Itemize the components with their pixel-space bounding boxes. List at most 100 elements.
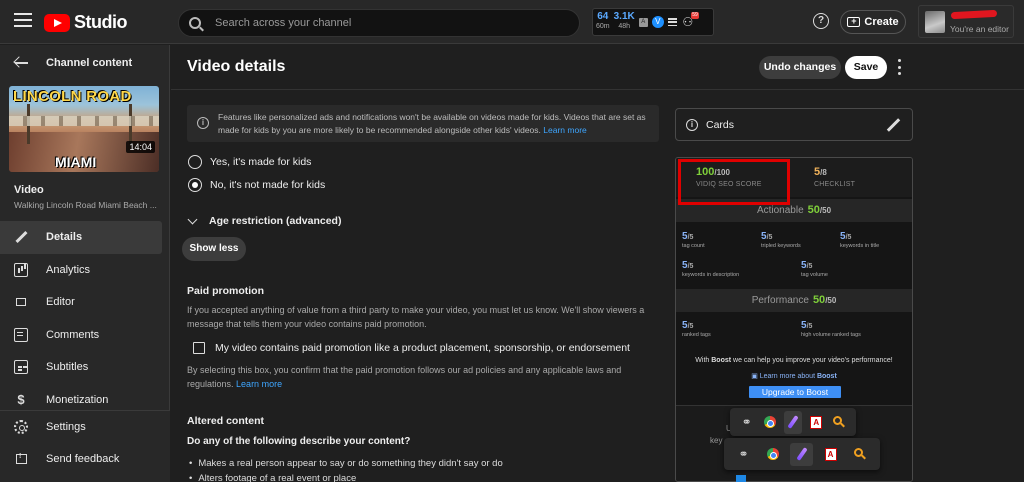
pdf-icon[interactable]: A [808,411,825,434]
account-switcher[interactable]: You're an editor [918,5,1014,38]
search-icon[interactable] [189,17,201,29]
account-role: You're an editor [950,24,1009,34]
stat-views-48h: 3.1K 48h [613,11,635,31]
metric-keywords-in-description: 5/5 keywords in description [682,260,740,278]
list-icon[interactable] [667,18,677,26]
magnifier-icon[interactable] [831,411,848,434]
altered-content-list: Makes a real person appear to say or do … [189,456,503,482]
subtitles-icon [14,360,28,375]
search-bar[interactable] [178,9,580,37]
video-duration: 14:04 [126,141,155,153]
analytics-icon [14,262,28,277]
sidebar-item-details[interactable]: Details [0,221,162,254]
list-item: Alters footage of a real event or place [189,471,503,482]
magnifier-icon[interactable] [848,443,871,466]
performance-header: Performance 50/50 [676,289,912,312]
taskbar-app-icon[interactable] [736,475,746,482]
radio-label: Yes, it's made for kids [210,156,312,168]
undo-changes-button[interactable]: Undo changes [759,56,841,79]
radio-made-for-kids-no[interactable]: No, it's not made for kids [188,178,325,192]
metric-keywords-in-title: 5/5 keywords in title [840,231,880,249]
cards-panel[interactable]: i Cards [675,108,913,141]
sidebar-item-label: Subtitles [46,361,89,374]
learn-more-link[interactable]: Learn more [236,379,282,389]
help-icon[interactable]: ? [813,13,829,29]
radio-button[interactable] [188,155,202,169]
chrome-icon[interactable] [761,411,778,434]
feather-icon[interactable] [790,442,813,466]
account-name-redacted [950,9,998,20]
app-name: Studio [74,12,128,32]
learn-more-boost-link[interactable]: ▣ Learn more about Boost [676,372,912,380]
create-icon: + [847,17,861,27]
chrome-icon[interactable] [761,443,784,466]
create-label: Create [864,16,899,28]
sidebar-item-label: Monetization [46,393,109,406]
youtube-logo-icon [44,13,70,32]
seo-score-highlight-box [678,159,790,205]
paid-promotion-checkbox-row[interactable]: My video contains paid promotion like a … [193,342,630,354]
boost-description: With Boost we can help you improve your … [695,357,893,364]
feather-icon[interactable] [784,410,802,434]
taskbar-tray-front: ⚭ A [724,438,880,470]
paid-promotion-checkbox-label: My video contains paid promotion like a … [215,342,630,354]
metric-tag-volume: 5/5 tag volume [801,260,828,278]
dollar-icon: $ [17,391,25,407]
extension-badge: 59 [691,12,699,19]
divider [171,89,1024,90]
extension-icon[interactable]: ⚇ 59 [681,12,699,29]
thumbnail-title-text: LINCOLN ROAD [13,88,132,105]
sidebar-item-label: Editor [46,296,75,309]
info-icon: i [197,117,209,129]
radio-button-selected[interactable] [188,178,202,192]
create-button[interactable]: + Create [840,10,906,34]
vidiq-icon[interactable]: V [651,16,664,28]
save-button[interactable]: Save [845,56,887,79]
video-label: Video [14,184,44,196]
sidebar-item-comments[interactable]: Comments [0,319,170,352]
link-icon[interactable]: ⚭ [738,411,755,434]
link-icon[interactable]: ⚭ [732,443,755,466]
pdf-icon[interactable]: A [819,443,842,466]
video-title: Walking Lincoln Road Miami Beach ... [14,200,157,210]
radio-label: No, it's not made for kids [210,179,326,191]
thumbnail-city-text: MIAMI [55,154,97,170]
ab-test-icon[interactable]: A [638,17,648,27]
radio-made-for-kids-yes[interactable]: Yes, it's made for kids [188,155,311,169]
sidebar-item-settings[interactable]: Settings [0,411,170,443]
sidebar-item-subtitles[interactable]: Subtitles [0,351,170,384]
sidebar-item-label: Details [46,231,83,244]
paid-promotion-checkbox[interactable] [193,342,205,354]
sidebar-item-analytics[interactable]: Analytics [0,254,170,287]
paid-promotion-heading: Paid promotion [187,285,264,297]
tab-checklist[interactable]: 5/8 CHECKLIST [814,166,855,188]
age-restriction-toggle[interactable]: Age restriction (advanced) [187,214,341,227]
vidiq-stats-widget[interactable]: 64 60m 3.1K 48h A V ⚇ 59 [592,8,714,36]
menu-icon[interactable] [14,13,32,27]
sidebar-item-editor[interactable]: Editor [0,286,170,319]
stat-views-60m: 64 60m [596,11,610,31]
edit-pencil-icon[interactable] [886,118,901,132]
avatar [925,11,945,33]
video-thumbnail[interactable]: LINCOLN ROAD MIAMI 14:04 [9,86,159,172]
info-icon: i [686,119,698,131]
sidebar-item-label: Analytics [46,263,91,276]
search-input[interactable] [215,17,555,29]
sidebar-item-label: Send feedback [46,453,120,465]
paid-promotion-text: If you accepted anything of value from a… [187,305,645,329]
paid-promotion-confirm: By selecting this box, you confirm that … [187,365,622,389]
studio-logo[interactable]: Studio [44,12,128,33]
learn-more-link[interactable]: Learn more [543,125,586,135]
back-label: Channel content [46,57,133,69]
gear-icon [14,420,28,434]
taskbar-tray-back: ⚭ A [730,408,856,436]
back-arrow-icon[interactable] [14,57,28,69]
back-to-channel-content[interactable]: Channel content [14,57,132,69]
pencil-icon [14,230,28,244]
show-less-button[interactable]: Show less [182,237,246,261]
sidebar-item-label: Comments [46,328,100,341]
sidebar-item-send-feedback[interactable]: Send feedback [0,443,170,475]
altered-content-question: Do any of the following describe your co… [187,436,411,447]
upgrade-to-boost-button[interactable]: Upgrade to Boost [749,386,841,398]
more-options-icon[interactable] [896,59,902,75]
